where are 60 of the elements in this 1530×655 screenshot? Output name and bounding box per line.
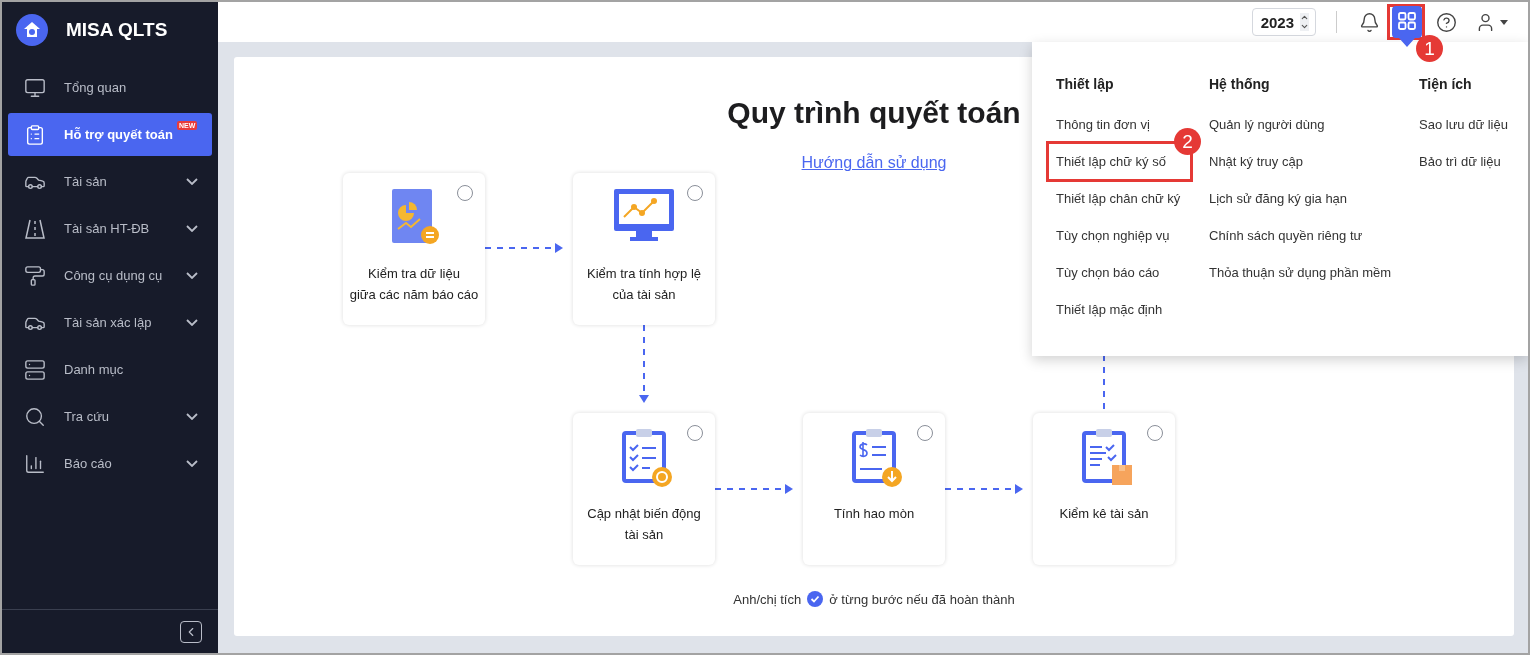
menu-heading: Hệ thống [1209, 75, 1271, 94]
sidebar-item[interactable]: Tra cứu [8, 395, 212, 438]
menu-item[interactable]: Sao lưu dữ liệu [1419, 115, 1508, 135]
sidebar-item[interactable]: Tài sản [8, 160, 212, 203]
menu-item[interactable]: Tùy chọn báo cáo [1056, 263, 1160, 283]
road-icon [24, 217, 46, 240]
search-icon [24, 405, 46, 428]
step-card[interactable]: Kiểm tra tính hợp lệ của tài sản [573, 173, 715, 325]
step-card[interactable]: Kiểm kê tài sản [1033, 413, 1175, 565]
menu-item[interactable]: Thỏa thuận sử dụng phần mềm [1209, 263, 1392, 283]
step-label: Cập nhật biến động tài sản [587, 505, 701, 544]
collapse-button[interactable] [180, 620, 202, 643]
step-checkbox[interactable] [917, 425, 933, 441]
caret-icon [1500, 19, 1508, 25]
sidebar-item[interactable]: Danh mục [8, 348, 212, 391]
menu-heading: Tiện ích [1419, 75, 1473, 94]
menu-item[interactable]: Thiết lập chữ ký số [1056, 152, 1166, 172]
step-number: 2 [1174, 128, 1201, 155]
step-checkbox[interactable] [687, 425, 703, 441]
step-card[interactable]: Tính hao mòn [803, 413, 945, 565]
menu-item[interactable]: Quản lý người dùng [1209, 115, 1325, 135]
sidebar-item[interactable]: Tổng quan [8, 66, 212, 109]
paint-roller-icon [24, 264, 46, 287]
sidebar-item[interactable]: Công cụ dụng cụ [8, 254, 212, 297]
stepper-icon [1300, 13, 1309, 31]
menu-item[interactable]: Thiết lập mặc định [1056, 300, 1163, 320]
sidebar-item[interactable]: Báo cáo [8, 442, 212, 485]
page-title: Quy trình quyết toán [727, 95, 1021, 131]
menu-item[interactable]: Lịch sử đăng ký gia hạn [1209, 189, 1348, 209]
sidebar-item[interactable]: Tài sản xác lập [8, 301, 212, 344]
sidebar-item[interactable]: Tài sản HT-ĐB [8, 207, 212, 250]
logo-icon [16, 14, 48, 46]
step-label: Tính hao mòn [833, 505, 915, 523]
menu-item[interactable]: Chính sách quyền riêng tư [1209, 226, 1363, 246]
menu-item[interactable]: Tùy chọn nghiệp vụ [1056, 226, 1170, 246]
monitor-icon [24, 76, 46, 99]
hint-text: ở từng bước nếu đã hoàn thành [829, 591, 1015, 607]
step-checkbox[interactable] [1147, 425, 1163, 441]
hint-text: Anh/chị tích [733, 591, 802, 607]
step-label: Kiểm kê tài sản [1059, 505, 1149, 523]
menu-item[interactable]: Thiết lập chân chữ ký [1056, 189, 1181, 209]
step-card[interactable]: Cập nhật biến động tài sản [573, 413, 715, 565]
menu-item[interactable]: Bảo trì dữ liệu [1419, 152, 1501, 172]
help-icon [1436, 11, 1457, 33]
chart-icon [24, 452, 46, 475]
year-picker[interactable]: 2023 [1251, 8, 1316, 36]
step-label: Kiểm tra tính hợp lệ của tài sản [587, 265, 701, 304]
step-checkbox[interactable] [687, 185, 703, 201]
menu-item[interactable]: Thông tin đơn vị [1056, 115, 1150, 135]
menu-item[interactable]: Nhật ký truy cập [1209, 152, 1303, 172]
step-label: Kiểm tra dữ liệu giữa các năm báo cáo [349, 265, 479, 304]
guide-link[interactable]: Hướng dẫn sử dụng [801, 153, 947, 173]
clipboard-icon [24, 123, 46, 146]
app-name: MISA QLTS [66, 19, 168, 41]
bell-icon [1359, 11, 1380, 33]
list-icon [24, 358, 46, 381]
check-circle-icon [807, 591, 824, 607]
menu-heading: Thiết lập [1056, 75, 1115, 94]
step-checkbox[interactable] [457, 185, 473, 201]
step-card[interactable]: Kiểm tra dữ liệu giữa các năm báo cáo [343, 173, 485, 325]
